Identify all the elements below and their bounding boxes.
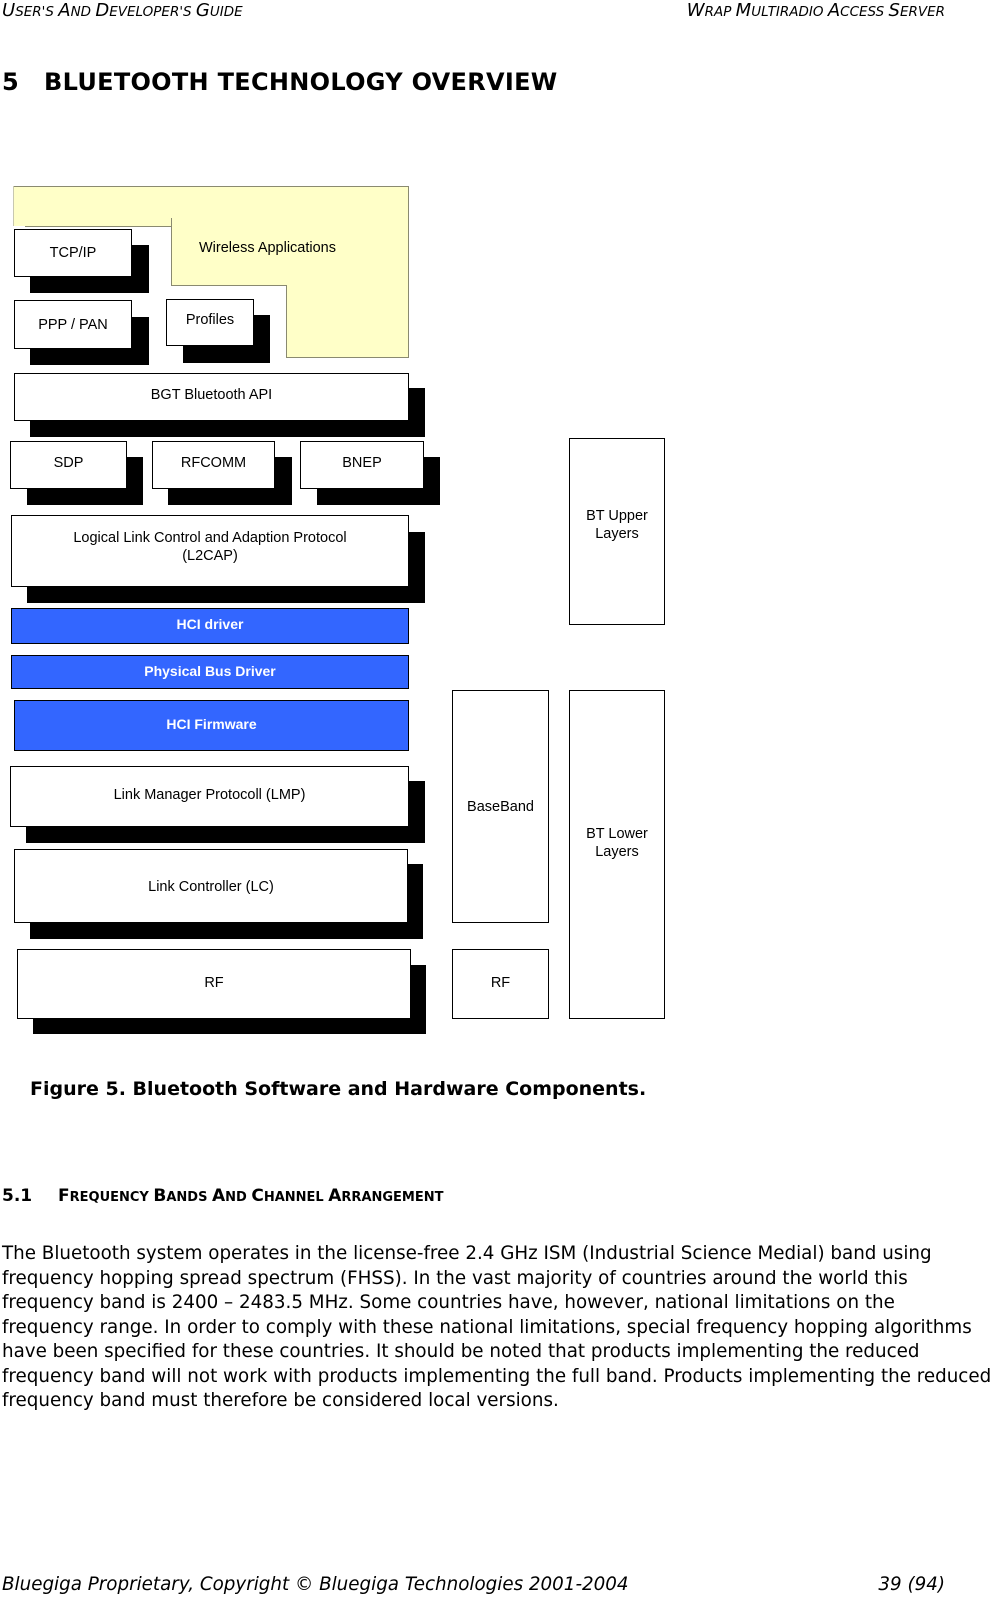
physical-bus-driver-block: Physical Bus Driver [11, 655, 409, 689]
physical-bus-driver-label: Physical Bus Driver [144, 663, 276, 679]
bt-upper-label-line1: BT Upper [586, 507, 648, 524]
rf-hardware-label: RF [490, 975, 511, 991]
ppp-pan-label: PPP / PAN [38, 316, 108, 333]
outline [171, 285, 287, 286]
hci-driver-block: HCI driver [11, 608, 409, 644]
sdp-label: SDP [53, 455, 84, 471]
rfcomm-label: RFCOMM [180, 455, 247, 471]
lmp-block: Link Manager Protocoll (LMP) [10, 766, 409, 827]
outline [286, 285, 287, 358]
bt-lower-label-line1: BT Lower [586, 826, 648, 842]
l2cap-label-line2: (L2CAP) [182, 548, 238, 564]
footer-page-number: 39 (94) [878, 1574, 945, 1595]
tcp-ip-block: TCP/IP [14, 229, 132, 277]
bt-lower-layers-block: BT Lower Layers [569, 690, 665, 1019]
lmp-label: Link Manager Protocoll (LMP) [113, 787, 306, 803]
rfcomm-block: RFCOMM [152, 441, 275, 489]
wireless-applications-area-bottom [286, 280, 409, 358]
outline [408, 186, 409, 358]
body-text: The Bluetooth system operates in the lic… [2, 1242, 992, 1414]
baseband-label: BaseBand [467, 798, 534, 815]
l2cap-block: Logical Link Control and Adaption Protoc… [11, 515, 409, 587]
bluetooth-stack-diagram: Wireless Applications TCP/IP PPP / PAN P… [0, 0, 1003, 1060]
bt-lower-label-line2: Layers [595, 844, 639, 860]
bnep-label: BNEP [342, 455, 382, 471]
hci-firmware-block: HCI Firmware [14, 700, 409, 751]
hci-driver-label: HCI driver [176, 616, 244, 632]
outline [13, 186, 14, 226]
outline [286, 357, 409, 358]
baseband-block: BaseBand [452, 690, 549, 923]
subsection-heading: 5.1 FREQUENCY BANDS AND CHANNEL ARRANGEME… [2, 1186, 444, 1206]
bt-upper-label-line2: Layers [595, 525, 639, 542]
lc-block: Link Controller (LC) [14, 849, 408, 923]
hci-firmware-label: HCI Firmware [166, 716, 257, 732]
outline [171, 218, 172, 286]
sdp-block: SDP [10, 441, 127, 489]
tcp-ip-label: TCP/IP [49, 245, 97, 261]
wireless-applications-label: Wireless Applications [199, 240, 336, 256]
bt-upper-layers-block: BT Upper Layers [569, 438, 665, 625]
rf-block: RF [17, 949, 411, 1019]
body-paragraph: The Bluetooth system operates in the lic… [2, 1243, 992, 1411]
footer-copyright: Bluegiga Proprietary, Copyright © Bluegi… [2, 1574, 629, 1595]
bgt-api-block: BGT Bluetooth API [14, 373, 409, 421]
bgt-api-label: BGT Bluetooth API [150, 387, 273, 403]
l2cap-label-line1: Logical Link Control and Adaption Protoc… [73, 530, 347, 546]
subsection-number: 5.1 [2, 1186, 33, 1206]
outline [25, 226, 172, 227]
rf-hardware-block: RF [452, 949, 549, 1019]
subsection-title: FREQUENCY BANDS AND CHANNEL ARRANGEMENT [58, 1186, 444, 1206]
lc-label: Link Controller (LC) [148, 878, 274, 895]
figure-caption: Figure 5. Bluetooth Software and Hardwar… [30, 1078, 647, 1100]
profiles-block: Profiles [166, 299, 254, 346]
rf-label: RF [204, 975, 224, 991]
bnep-block: BNEP [300, 441, 424, 489]
outline [13, 186, 409, 187]
ppp-pan-block: PPP / PAN [14, 300, 132, 349]
profiles-label: Profiles [185, 311, 235, 328]
